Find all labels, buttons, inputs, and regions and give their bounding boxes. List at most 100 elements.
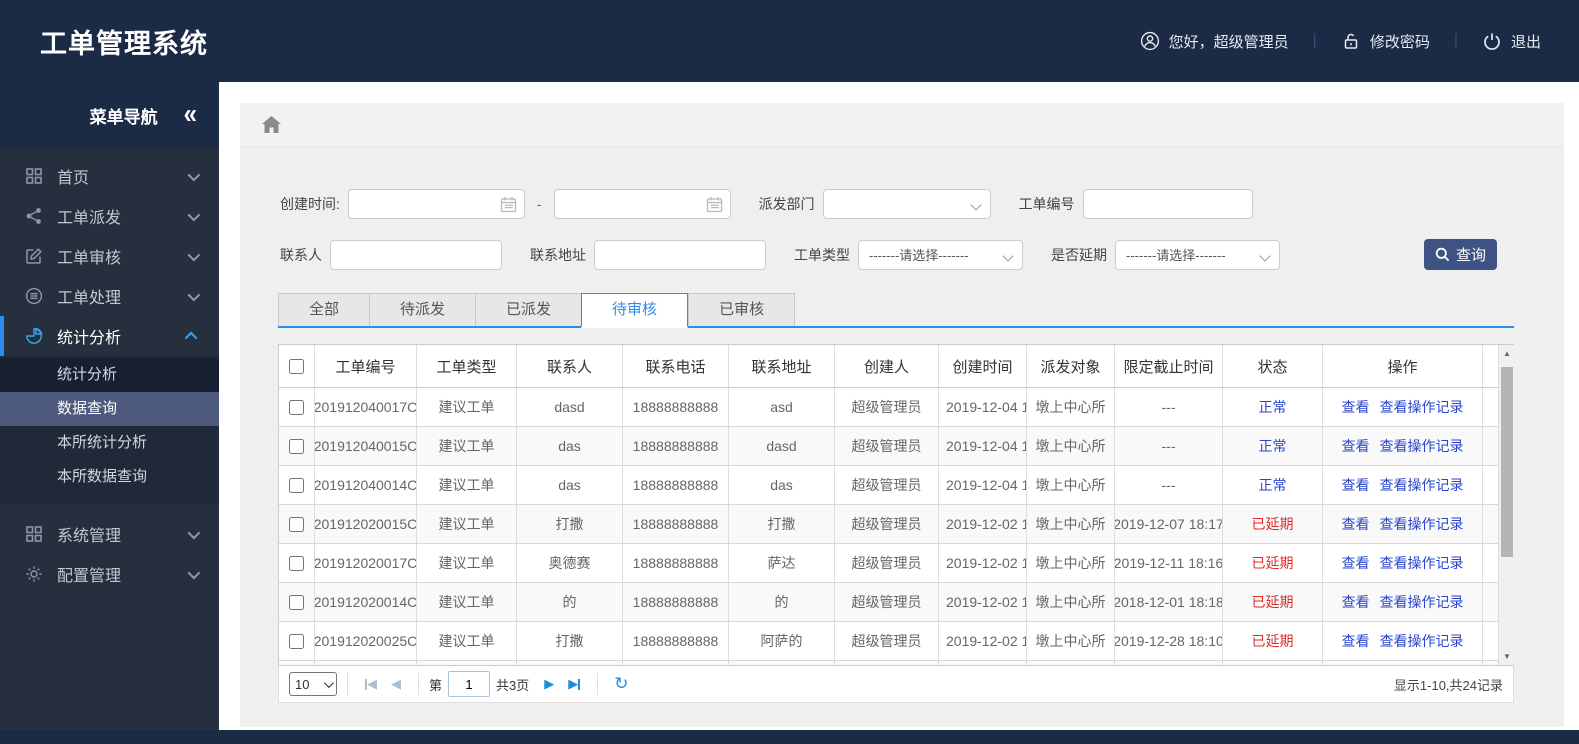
cell-created: 2019-12-04 15 [939,466,1027,504]
sidebar-subitem-local-data-query[interactable]: 本所数据查询 [0,460,219,494]
sidebar-subitem-local-statistics[interactable]: 本所统计分析 [0,426,219,460]
row-checkbox[interactable] [289,555,304,571]
address-field[interactable] [594,239,766,270]
delayed-select[interactable]: -------请选择------- [1115,239,1280,270]
first-page-button[interactable]: ◀ [358,676,384,692]
select-all-checkbox[interactable] [289,358,304,374]
cell-status: 正常 [1223,466,1323,504]
cell-creator: 超级管理员 [835,388,939,426]
sidebar-item-dispatch[interactable]: 工单派发 [0,196,219,236]
next-page-button[interactable]: ▶ [537,676,561,692]
cell-order-no: 201912020017C [315,544,417,582]
created-time-end-field[interactable] [553,189,731,219]
contact-field[interactable] [330,239,502,270]
statistics-submenu: 统计分析 数据查询 本所统计分析 本所数据查询 [0,356,219,504]
view-log-link[interactable]: 查看操作记录 [1380,475,1464,495]
sidebar-item-home[interactable]: 首页 [0,156,219,196]
refresh-icon[interactable]: ↻ [608,674,634,694]
order-no-input[interactable] [1083,190,1252,218]
sidebar-subitem-data-query[interactable]: 数据查询 [0,392,219,426]
order-type-select[interactable]: -------请选择------- [858,239,1023,270]
scrollbar-thumb[interactable] [1501,367,1513,557]
row-checkbox[interactable] [289,633,304,649]
dispatch-dept-label: 派发部门 [758,196,815,212]
view-log-link[interactable]: 查看操作记录 [1380,592,1464,612]
row-checkbox[interactable] [289,399,304,415]
calendar-icon[interactable] [706,196,723,213]
contact-input[interactable] [331,240,501,269]
sidebar-item-system[interactable]: 系统管理 [0,514,219,554]
tab-all[interactable]: 全部 [278,293,370,326]
logout-link[interactable]: 退出 [1482,31,1541,52]
view-link[interactable]: 查看 [1342,436,1370,456]
tab-reviewed[interactable]: 已审核 [688,293,796,326]
cell-creator: 超级管理员 [835,583,939,621]
header-divider: | [1312,32,1317,49]
sidebar-subitem-statistics[interactable]: 统计分析 [0,358,219,392]
sidebar-item-label: 工单处理 [57,290,122,307]
breadcrumb [240,103,1564,147]
cell-contact: 奥德赛 [517,544,623,582]
tab-dispatched[interactable]: 已派发 [475,293,582,326]
table-row [279,661,1498,665]
view-log-link[interactable]: 查看操作记录 [1380,436,1464,456]
view-log-link[interactable]: 查看操作记录 [1380,397,1464,417]
created-time-start-input[interactable] [348,190,524,218]
sidebar-item-process[interactable]: 工单处理 [0,276,219,316]
change-password-link[interactable]: 修改密码 [1341,31,1430,52]
collapse-sidebar-icon[interactable]: « [184,101,197,129]
calendar-icon[interactable] [500,196,517,213]
cell-order-type: 建议工单 [417,427,517,465]
cell-deadline: --- [1115,466,1223,504]
created-time-end-input[interactable] [554,190,730,218]
row-checkbox[interactable] [289,516,304,532]
chevron-down-icon [187,168,201,181]
cell-order-type: 建议工单 [417,544,517,582]
row-checkbox[interactable] [289,594,304,610]
sidebar-item-statistics[interactable]: 统计分析 [0,316,219,356]
address-input[interactable] [595,240,765,269]
chevron-down-icon [187,288,201,301]
home-icon[interactable] [262,116,281,133]
col-actions: 操作 [1323,345,1483,387]
cell-order-type: 建议工单 [417,622,517,660]
created-time-start-field[interactable] [347,189,525,219]
page-size-select[interactable]: 10 [289,672,337,696]
grid-icon [24,166,44,186]
cell-address: dasd [729,427,835,465]
sidebar-item-config[interactable]: 配置管理 [0,554,219,594]
cell-status: 正常 [1223,388,1323,426]
last-page-button[interactable]: ▶ [561,676,587,692]
sidebar-item-review[interactable]: 工单审核 [0,236,219,276]
view-log-link[interactable]: 查看操作记录 [1380,553,1464,573]
prev-page-button[interactable]: ◀ [384,676,408,692]
footer-strip [0,730,1579,744]
row-checkbox[interactable] [289,477,304,493]
view-log-link[interactable]: 查看操作记录 [1380,631,1464,651]
view-log-link[interactable]: 查看操作记录 [1380,514,1464,534]
tab-pending-dispatch[interactable]: 待派发 [369,293,476,326]
view-link[interactable]: 查看 [1342,514,1370,534]
cell-address: 打撒 [729,505,835,543]
dispatch-dept-select[interactable] [822,189,991,219]
table-row: 201912040014C 建议工单 das 18888888888 das 超… [279,466,1498,505]
view-link[interactable]: 查看 [1342,592,1370,612]
tab-pending-review[interactable]: 待审核 [581,293,689,328]
user-greeting[interactable]: 您好，超级管理员 [1140,31,1289,52]
scroll-down-icon[interactable]: ▼ [1499,652,1515,661]
cell-phone: 18888888888 [623,427,729,465]
table-scrollbar[interactable]: ▲ ▼ [1498,345,1515,665]
search-button[interactable]: 查询 [1424,239,1497,270]
view-link[interactable]: 查看 [1342,475,1370,495]
view-link[interactable]: 查看 [1342,553,1370,573]
edit-icon [24,246,44,266]
cell-target: 墩上中心所 [1027,427,1115,465]
view-link[interactable]: 查看 [1342,631,1370,651]
table-row: 201912020025C 建议工单 打撒 18888888888 阿萨的 超级… [279,622,1498,661]
order-no-field[interactable] [1082,189,1253,219]
scroll-up-icon[interactable]: ▲ [1499,349,1515,358]
cell-filler [1483,661,1498,665]
view-link[interactable]: 查看 [1342,397,1370,417]
page-number-input[interactable] [448,671,491,697]
row-checkbox[interactable] [289,438,304,454]
